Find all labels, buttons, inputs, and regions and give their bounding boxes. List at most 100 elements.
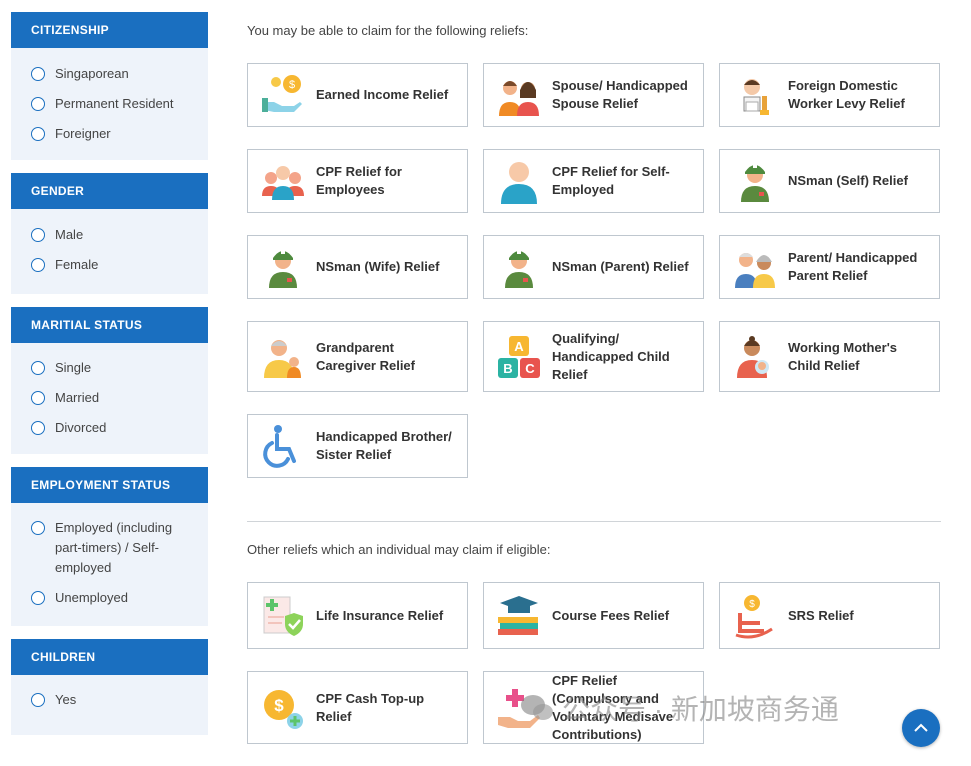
option-label: Yes [55,692,77,707]
relief-card-qualifying-child[interactable]: ABC Qualifying/ Handicapped Child Relief [483,321,704,392]
radio-option-permanent-resident[interactable]: Permanent Resident [11,89,208,119]
filter-sidebar: CITIZENSHIP Singaporean Permanent Reside… [11,12,208,748]
abc-blocks-icon: ABC [496,334,542,380]
relief-label: Parent/ Handicapped Parent Relief [788,250,918,283]
relief-card-cpf-cash-topup[interactable]: $ CPF Cash Top-up Relief [247,671,468,744]
svg-text:$: $ [749,599,755,610]
filter-group-employment-status: EMPLOYMENT STATUS Employed (including pa… [11,467,208,626]
radio-option-single[interactable]: Single [11,353,208,383]
relief-label: CPF Relief for Self-Employed [552,164,670,197]
relief-label: SRS Relief [788,607,854,623]
relief-label: Earned Income Relief [316,87,449,102]
relief-label: Life Insurance Relief [316,607,444,623]
svg-text:C: C [525,361,535,376]
relief-card-life-insurance[interactable]: Life Insurance Relief [247,582,468,649]
relief-label: Working Mother's Child Relief [788,339,898,373]
relief-label: Foreign Domestic Worker Levy Relief [788,78,905,111]
option-label: Singaporean [55,66,129,81]
relief-card-nsman-parent[interactable]: NSman (Parent) Relief [483,235,704,299]
relief-card-spouse[interactable]: Spouse/ Handicapped Spouse Relief [483,63,704,127]
relief-label: NSman (Wife) Relief [316,259,440,274]
option-label: Employed (including part-timers) / Self-… [55,520,173,575]
relief-card-nsman-wife[interactable]: NSman (Wife) Relief [247,235,468,299]
radio-button[interactable] [31,67,45,81]
radio-button[interactable] [31,591,45,605]
radio-option-married[interactable]: Married [11,383,208,413]
svg-text:A: A [514,339,524,354]
option-label: Female [55,257,99,272]
section-title-eligible: You may be able to claim for the followi… [247,23,529,38]
relief-card-grandparent-caregiver[interactable]: Grandparent Caregiver Relief [247,321,468,392]
coin-plus-icon: $ [260,685,306,731]
relief-label: NSman (Parent) Relief [552,259,689,274]
relief-label: Course Fees Relief [552,607,670,623]
section-title-other: Other reliefs which an individual may cl… [247,542,551,557]
svg-text:$: $ [289,79,295,91]
radio-option-unemployed[interactable]: Unemployed [11,583,208,613]
relief-card-handicapped-sibling[interactable]: Handicapped Brother/ Sister Relief [247,414,468,478]
option-label: Divorced [55,420,107,435]
wechat-icon [521,695,553,720]
relief-label: CPF Cash Top-up Relief [316,690,425,724]
soldier-icon [496,244,542,290]
filter-header[interactable]: MARITIAL STATUS [11,307,208,343]
radio-button[interactable] [31,258,45,272]
filter-header[interactable]: CHILDREN [11,639,208,675]
relief-card-parent[interactable]: Parent/ Handicapped Parent Relief [719,235,940,299]
section-divider [247,521,941,522]
filter-group-citizenship: CITIZENSHIP Singaporean Permanent Reside… [11,12,208,160]
relief-card-foreign-domestic[interactable]: Foreign Domestic Worker Levy Relief [719,63,940,127]
radio-option-divorced[interactable]: Divorced [11,413,208,443]
filter-header[interactable]: EMPLOYMENT STATUS [11,467,208,503]
insurance-shield-icon [260,593,306,639]
filter-group-marital-status: MARITIAL STATUS Single Married Divorced [11,307,208,454]
svg-text:B: B [503,361,512,376]
option-label: Permanent Resident [55,96,174,111]
relief-label: CPF Relief for Employees [316,164,402,197]
relief-card-cpf-employees[interactable]: CPF Relief for Employees [247,149,468,213]
radio-option-singaporean[interactable]: Singaporean [11,59,208,89]
radio-button[interactable] [31,228,45,242]
filter-group-children: CHILDREN Yes [11,639,208,735]
rocking-chair-coin-icon: $ [732,593,778,639]
employees-group-icon [260,158,306,204]
relief-card-cpf-self-employed[interactable]: CPF Relief for Self-Employed [483,149,704,213]
svg-text:$: $ [274,696,284,715]
option-label: Unemployed [55,590,128,605]
radio-option-employed[interactable]: Employed (including part-timers) / Self-… [11,513,208,583]
radio-button[interactable] [31,391,45,405]
person-icon [496,158,542,204]
relief-card-earned-income[interactable]: $ Earned Income Relief [247,63,468,127]
radio-option-female[interactable]: Female [11,250,208,280]
relief-label: Qualifying/ Handicapped Child Relief [552,330,670,382]
radio-button[interactable] [31,693,45,707]
option-label: Foreigner [55,126,111,141]
relief-card-working-mother[interactable]: Working Mother's Child Relief [719,321,940,392]
radio-button[interactable] [31,127,45,141]
watermark: 公众号 · 新加坡商务通 [520,688,839,728]
relief-label: Grandparent Caregiver Relief [316,339,415,373]
domestic-worker-icon [732,72,778,118]
radio-option-foreigner[interactable]: Foreigner [11,119,208,149]
graduation-books-icon [496,593,542,639]
radio-option-male[interactable]: Male [11,220,208,250]
option-label: Male [55,227,84,242]
relief-label: Handicapped Brother/ Sister Relief [316,429,452,462]
watermark-text: 公众号 · 新加坡商务通 [562,694,839,725]
radio-button[interactable] [31,521,45,535]
wheelchair-icon [260,423,306,469]
radio-button[interactable] [31,97,45,111]
radio-button[interactable] [31,421,45,435]
relief-card-srs[interactable]: $ SRS Relief [719,582,940,649]
filter-group-gender: GENDER Male Female [11,173,208,294]
radio-option-yes[interactable]: Yes [11,685,208,715]
relief-label: Spouse/ Handicapped Spouse Relief [552,78,688,111]
relief-card-course-fees[interactable]: Course Fees Relief [483,582,704,649]
relief-card-nsman-self[interactable]: NSman (Self) Relief [719,149,940,213]
radio-button[interactable] [31,361,45,375]
scroll-to-top-button[interactable] [902,709,940,747]
chevron-up-icon [914,723,928,732]
elderly-couple-icon [732,244,778,290]
filter-header[interactable]: CITIZENSHIP [11,12,208,48]
filter-header[interactable]: GENDER [11,173,208,209]
